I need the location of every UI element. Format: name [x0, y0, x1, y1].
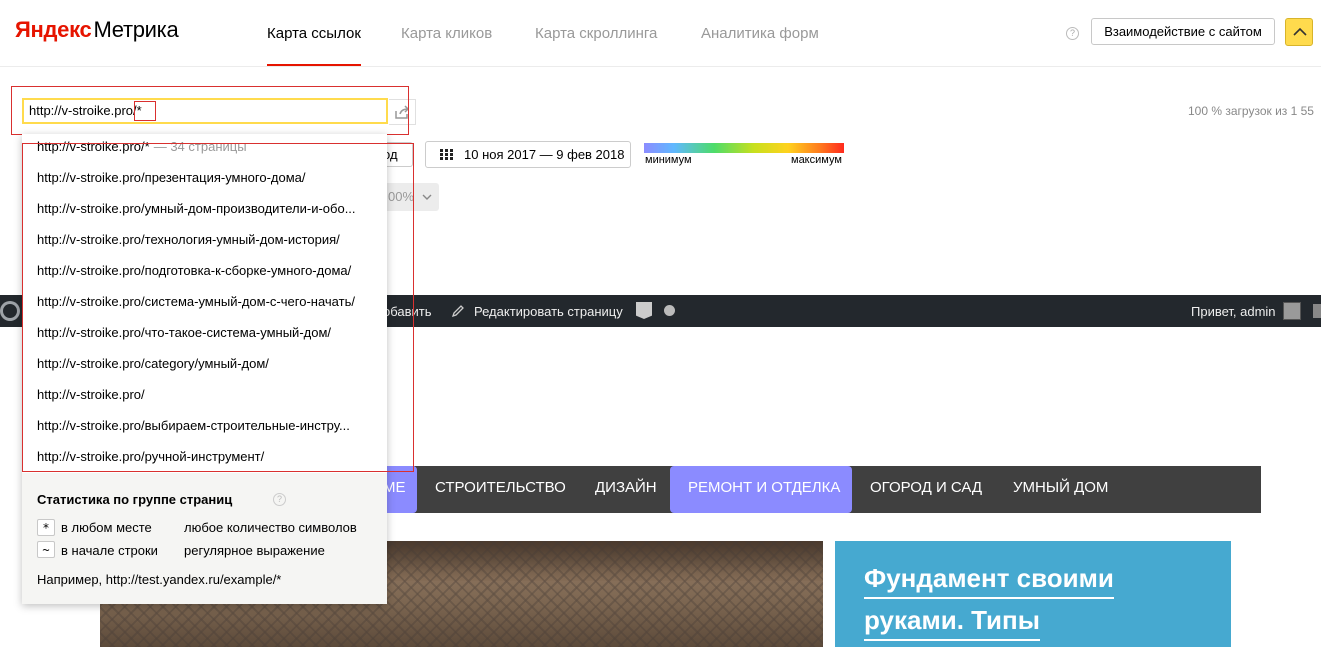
- nav-item-design[interactable]: ДИЗАЙН: [595, 466, 657, 513]
- site-interaction-button[interactable]: Взаимодействие с сайтом: [1091, 18, 1275, 45]
- nav-item-repair[interactable]: РЕМОНТ И ОТДЕЛКА: [688, 466, 840, 513]
- pencil-icon: [451, 305, 464, 318]
- article-card[interactable]: Фундамент своими руками. Типы: [835, 541, 1231, 647]
- logo-brand: Яндекс: [15, 17, 92, 42]
- tab-click-map[interactable]: Карта кликов: [401, 25, 492, 42]
- annotation-frame: [22, 143, 414, 472]
- regex-desc: регулярное выражение: [184, 543, 325, 558]
- tab-form-analytics[interactable]: Аналитика форм: [701, 25, 819, 42]
- header-divider: [0, 66, 1321, 67]
- load-stat-text: 100 % загрузок из 1 55: [1188, 104, 1314, 118]
- yoast-icon[interactable]: [636, 302, 652, 319]
- nav-item-smart-home[interactable]: УМНЫЙ ДОМ: [1013, 466, 1108, 513]
- gradient-max-label: максимум: [791, 154, 842, 166]
- chevron-down-icon: [422, 194, 432, 200]
- regex-label: в начале строки: [61, 543, 158, 558]
- calendar-icon: [440, 149, 453, 160]
- wp-search-icon[interactable]: [1313, 304, 1321, 318]
- tab-link-map[interactable]: Карта ссылок: [267, 25, 361, 42]
- regex-key: ~: [37, 541, 55, 558]
- card-title-line2[interactable]: руками. Типы: [864, 605, 1040, 641]
- wp-greeting[interactable]: Привет, admin: [1191, 304, 1276, 319]
- logo-product: Метрика: [93, 17, 179, 42]
- help-icon[interactable]: ?: [273, 493, 286, 506]
- group-stats-title[interactable]: Статистика по группе страниц: [37, 492, 232, 507]
- wp-edit-page[interactable]: Редактировать страницу: [474, 304, 623, 319]
- tab-scroll-map[interactable]: Карта скроллинга: [535, 25, 657, 42]
- status-dot-icon: [664, 305, 675, 316]
- card-title-line1[interactable]: Фундамент своими: [864, 563, 1114, 599]
- wildcard-desc: любое количество символов: [184, 520, 357, 535]
- date-range-button[interactable]: 10 ноя 2017 — 9 фев 2018: [425, 141, 631, 168]
- wildcard-key: *: [37, 519, 55, 536]
- avatar[interactable]: [1283, 302, 1301, 320]
- nav-item-garden[interactable]: ОГОРОД И САД: [870, 466, 982, 513]
- wildcard-label: в любом месте: [61, 520, 152, 535]
- heat-gradient-legend: [644, 143, 844, 153]
- yandex-metrika-logo[interactable]: ЯндексМетрика: [15, 17, 179, 43]
- example-text: Например, http://test.yandex.ru/example/…: [37, 572, 282, 587]
- annotation-frame: [11, 86, 409, 135]
- wordpress-icon[interactable]: [0, 301, 20, 321]
- nav-item-construction[interactable]: СТРОИТЕЛЬСТВО: [435, 466, 566, 513]
- chevron-up-icon: [1293, 27, 1307, 36]
- gradient-min-label: минимум: [645, 154, 692, 166]
- collapse-button[interactable]: [1285, 18, 1313, 46]
- help-icon[interactable]: ?: [1066, 27, 1079, 40]
